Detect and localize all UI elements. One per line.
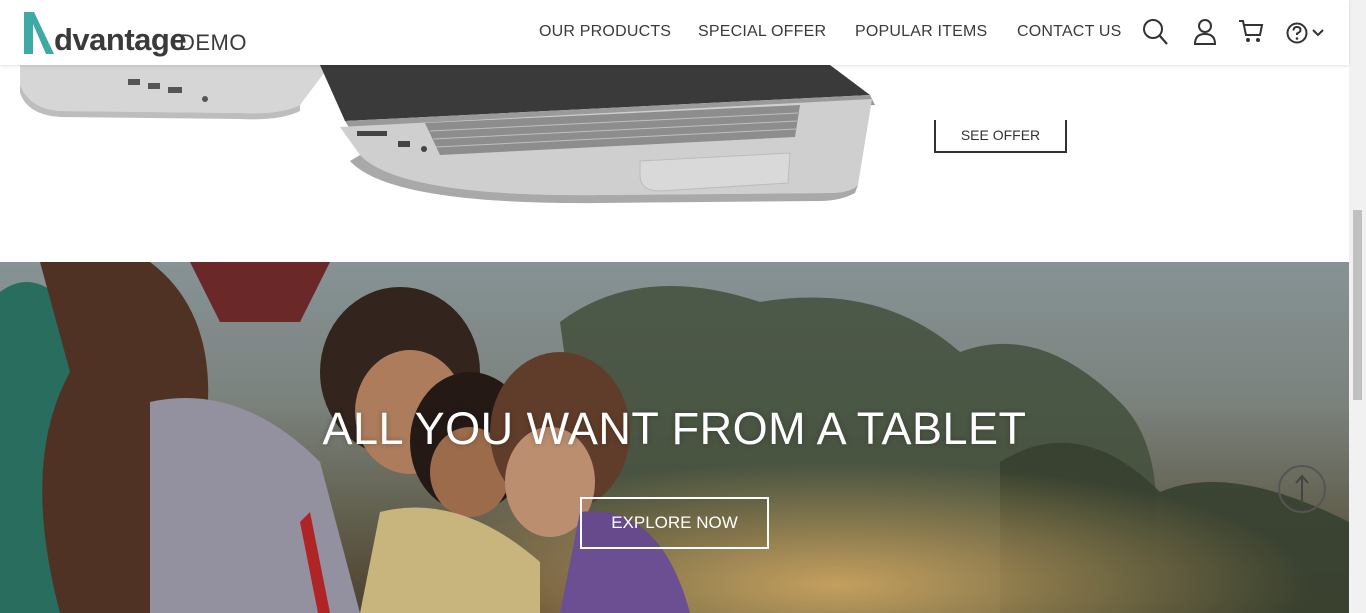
help-icon[interactable] [1286,22,1308,44]
nav-special-offer[interactable]: SPECIAL OFFER [698,23,826,41]
arrow-up-icon [1295,474,1309,503]
tablet-hero-banner: ALL YOU WANT FROM A TABLET EXPLORE NOW [0,262,1349,613]
explore-now-button[interactable]: EXPLORE NOW [580,497,769,549]
see-offer-button[interactable]: SEE OFFER [934,120,1067,153]
scrollbar-thumb[interactable] [1353,210,1362,400]
laptop-image [20,65,875,204]
logo-subtext: DEMO [179,30,247,55]
top-navbar: dvantage DEMO OUR PRODUCTS SPECIAL OFFER… [0,0,1349,65]
special-offer-section: SEE OFFER [0,65,1349,262]
logo-text: dvantage [54,22,187,57]
cart-icon[interactable] [1238,18,1264,44]
hero-title: ALL YOU WANT FROM A TABLET [322,403,1027,454]
search-icon[interactable] [1142,18,1168,46]
chevron-down-icon[interactable] [1312,28,1324,38]
scroll-to-top-button[interactable] [1278,465,1326,513]
nav-popular-items[interactable]: POPULAR ITEMS [855,23,987,41]
user-icon[interactable] [1193,18,1217,46]
nav-our-products[interactable]: OUR PRODUCTS [539,23,671,41]
page-scrollbar[interactable] [1349,0,1366,613]
logo-mark-icon [24,12,54,54]
nav-contact-us[interactable]: CONTACT US [1017,23,1122,41]
